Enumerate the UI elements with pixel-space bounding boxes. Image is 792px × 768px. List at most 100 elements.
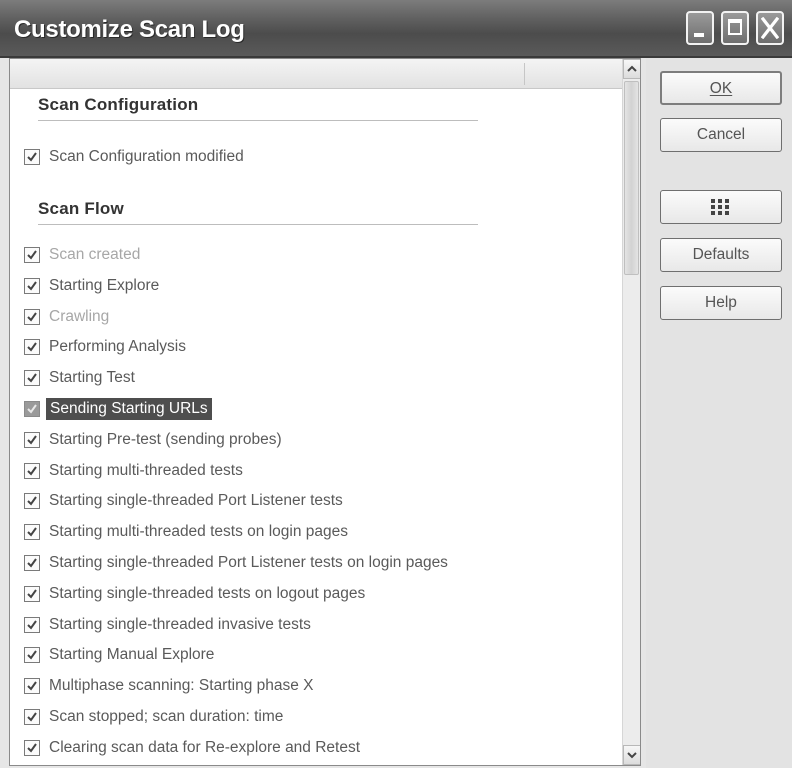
checkmark-icon [27, 466, 37, 476]
checkmark-icon [27, 312, 37, 322]
list-item[interactable]: Multiphase scanning: Starting phase X [24, 674, 314, 698]
section-divider [38, 224, 478, 225]
checkmark-icon [27, 404, 37, 414]
item-label: Clearing scan data for Re-explore and Re… [49, 738, 361, 756]
item-checkbox[interactable] [24, 277, 40, 294]
item-checkbox[interactable] [24, 401, 40, 417]
close-icon [761, 17, 779, 39]
item-label: Multiphase scanning: Starting phase X [49, 677, 314, 695]
item-checkbox[interactable] [24, 339, 40, 356]
item-checkbox[interactable] [24, 431, 40, 448]
list-item[interactable]: Scan created [24, 243, 140, 267]
maximize-button[interactable] [721, 11, 749, 45]
window-title: Customize Scan Log [14, 16, 245, 43]
ok-button[interactable]: OK [660, 71, 782, 105]
list-item[interactable]: Starting Test [24, 366, 135, 390]
section-title: Scan Configuration [38, 95, 199, 114]
section-title: Scan Flow [38, 199, 124, 218]
item-label: Starting single-threaded tests on logout… [49, 584, 366, 602]
item-checkbox[interactable] [24, 739, 40, 756]
item-label: Starting Test [49, 369, 135, 387]
checkmark-icon [27, 558, 37, 568]
item-label: Starting Manual Explore [49, 646, 215, 664]
minimize-icon [694, 33, 704, 37]
list-item[interactable]: Starting single-threaded Port Listener t… [24, 551, 448, 575]
list-item[interactable]: Scan stopped; scan duration: time [24, 705, 283, 729]
maximize-icon [728, 19, 742, 35]
item-label: Crawling [49, 307, 110, 325]
list-item[interactable]: Sending Starting URLs [24, 397, 212, 421]
checkmark-icon [27, 527, 37, 537]
list-item[interactable]: Starting Explore [24, 274, 159, 298]
list-item[interactable]: Starting Manual Explore [24, 643, 214, 667]
list-item[interactable]: Scan Configuration modified [24, 145, 244, 169]
cancel-label: Cancel [696, 126, 746, 143]
item-checkbox[interactable] [24, 462, 40, 479]
item-label: Scan stopped; scan duration: time [49, 708, 284, 725]
defaults-button[interactable]: Defaults [660, 238, 782, 272]
list-item[interactable]: Starting single-threaded tests on logout… [24, 582, 365, 606]
column-divider[interactable] [524, 63, 525, 85]
item-label: Starting multi-threaded tests on login p… [49, 523, 348, 541]
chevron-down-icon [627, 752, 637, 759]
columns-button[interactable] [660, 190, 782, 224]
item-checkbox[interactable] [24, 678, 40, 695]
list-item[interactable]: Starting single-threaded Port Listener t… [24, 489, 343, 513]
defaults-label: Defaults [692, 246, 750, 263]
checkmark-icon [27, 250, 37, 260]
vertical-scrollbar[interactable] [622, 59, 640, 765]
item-checkbox[interactable] [24, 616, 40, 633]
checkmark-icon [27, 681, 37, 691]
cancel-button[interactable]: Cancel [660, 118, 782, 152]
section-divider [38, 120, 478, 121]
item-checkbox[interactable] [24, 247, 40, 263]
ok-label: OK [709, 80, 733, 97]
item-checkbox[interactable] [24, 149, 40, 165]
grid-icon [711, 199, 729, 215]
help-label: Help [705, 294, 737, 311]
list-item[interactable]: Starting single-threaded invasive tests [24, 613, 311, 637]
item-label: Starting Pre-test (sending probes) [49, 430, 282, 448]
item-checkbox[interactable] [24, 647, 40, 664]
list-item[interactable]: Starting multi-threaded tests on login p… [24, 520, 348, 544]
checkmark-icon [27, 373, 37, 383]
item-checkbox[interactable] [24, 585, 40, 602]
scroll-down-button[interactable] [623, 745, 640, 765]
item-checkbox[interactable] [24, 493, 40, 510]
checkmark-icon [27, 496, 37, 506]
item-label: Starting single-threaded Port Listener t… [49, 492, 343, 510]
scan-log-list[interactable]: Scan Configuration Scan Configuration mod… [9, 58, 641, 766]
close-button[interactable] [756, 11, 784, 45]
minimize-button[interactable] [686, 11, 714, 45]
item-label: Starting single-threaded Port Listener t… [49, 554, 448, 571]
checkmark-icon [27, 281, 37, 291]
checkmark-icon [27, 712, 37, 722]
checkmark-icon [27, 650, 37, 660]
help-button[interactable]: Help [660, 286, 782, 320]
checkmark-icon [27, 435, 37, 445]
list-item[interactable]: Starting multi-threaded tests [24, 459, 243, 483]
title-bar: Customize Scan Log [0, 0, 792, 58]
checkmark-icon [27, 743, 37, 753]
item-label: Sending Starting URLs [46, 398, 212, 420]
item-label: Starting Explore [49, 276, 160, 294]
item-checkbox[interactable] [24, 524, 40, 541]
item-checkbox[interactable] [24, 709, 40, 725]
item-checkbox[interactable] [24, 370, 40, 387]
item-label: Scan Configuration modified [49, 148, 244, 165]
item-checkbox[interactable] [24, 555, 40, 571]
list-item[interactable]: Clearing scan data for Re-explore and Re… [24, 736, 360, 760]
chevron-up-icon [627, 65, 637, 72]
list-item[interactable]: Starting Pre-test (sending probes) [24, 428, 282, 452]
item-checkbox[interactable] [24, 308, 40, 325]
list-item[interactable]: Crawling [24, 305, 109, 329]
item-label: Starting multi-threaded tests [49, 461, 243, 479]
checkmark-icon [27, 589, 37, 599]
scroll-thumb[interactable] [624, 81, 639, 275]
item-label: Scan created [49, 246, 141, 263]
list-item[interactable]: Performing Analysis [24, 335, 186, 359]
item-label: Performing Analysis [49, 338, 186, 356]
checkmark-icon [27, 152, 37, 162]
checkmark-icon [27, 342, 37, 352]
scroll-up-button[interactable] [623, 59, 640, 79]
